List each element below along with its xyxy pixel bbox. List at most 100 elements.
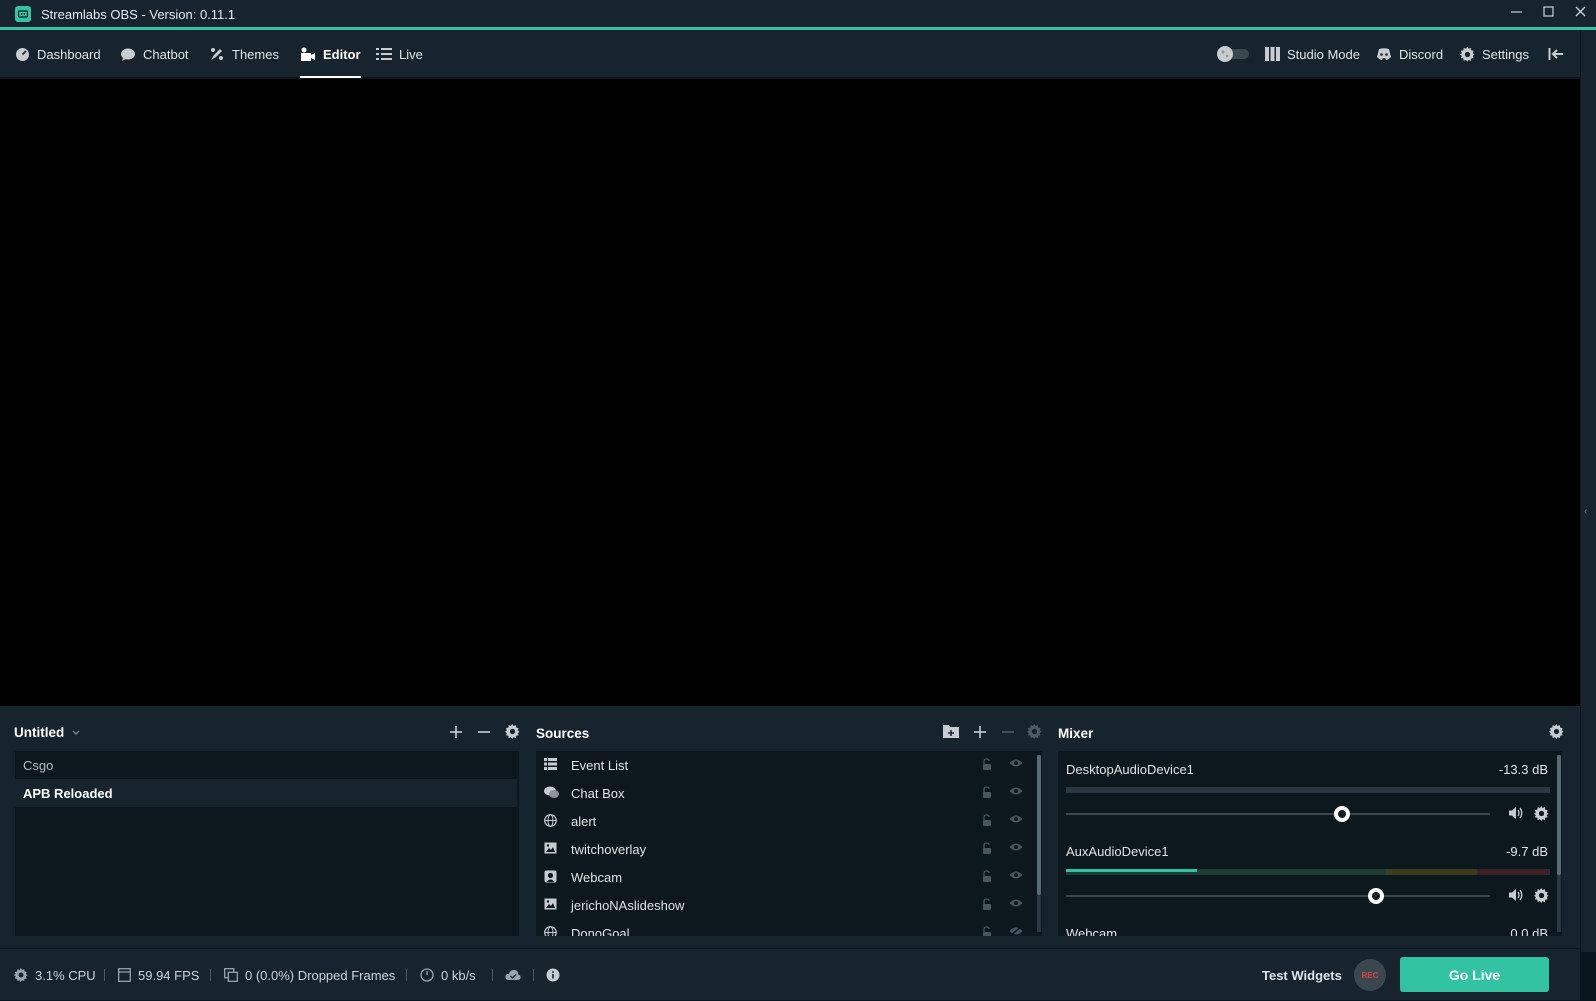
- mixer-scrollbar-thumb[interactable]: [1557, 755, 1561, 875]
- eye-slash-icon[interactable]: [1009, 926, 1023, 936]
- source-item-label: DonoGoal: [571, 925, 630, 937]
- divider: [406, 969, 407, 981]
- gear-icon[interactable]: [1534, 888, 1549, 903]
- eye-icon[interactable]: [1009, 842, 1023, 852]
- source-item[interactable]: Event List: [536, 751, 1036, 779]
- unlock-icon[interactable]: [982, 842, 993, 855]
- webcam-icon: [544, 870, 557, 883]
- cloud-backup-button[interactable]: [505, 949, 528, 1001]
- source-item[interactable]: DonoGoal: [536, 919, 1036, 936]
- minimize-icon: [1510, 10, 1522, 13]
- gear-icon: [1027, 724, 1042, 740]
- source-item[interactable]: twitchoverlay: [536, 835, 1036, 863]
- eye-icon[interactable]: [1009, 786, 1023, 796]
- info-icon: [546, 968, 560, 982]
- close-icon: [1575, 6, 1585, 16]
- nav-live[interactable]: Live: [376, 30, 423, 78]
- scene-settings-button[interactable]: [505, 724, 520, 744]
- sources-list: Event List Chat Box alert twitchoverlay …: [536, 751, 1042, 936]
- close-button[interactable]: [1564, 0, 1596, 22]
- top-navigation: Dashboard Chatbot Themes Editor Live Stu…: [0, 30, 1580, 78]
- add-source-button[interactable]: [973, 725, 987, 744]
- nav-dashboard-label: Dashboard: [37, 46, 101, 62]
- stream-preview[interactable]: [0, 79, 1580, 706]
- volume-slider[interactable]: [1066, 895, 1490, 897]
- go-live-label: Go Live: [1448, 966, 1501, 983]
- discord-button[interactable]: Discord: [1376, 30, 1443, 78]
- streamlabs-logo-icon: [15, 6, 31, 22]
- minimize-button[interactable]: [1500, 0, 1532, 22]
- collapse-sidebar-button[interactable]: [1548, 30, 1571, 78]
- cpu-stat: 3.1% CPU: [14, 949, 96, 1001]
- speaker-icon[interactable]: [1508, 888, 1524, 902]
- add-scene-button[interactable]: [449, 725, 463, 744]
- record-button[interactable]: REC: [1354, 959, 1386, 991]
- mixer-title: Mixer: [1058, 726, 1094, 741]
- scene-item-active[interactable]: APB Reloaded: [15, 779, 517, 807]
- volume-slider-handle[interactable]: [1367, 888, 1384, 904]
- nav-chatbot[interactable]: Chatbot: [120, 30, 189, 78]
- scene-item-label: Csgo: [23, 757, 54, 773]
- nav-dashboard[interactable]: Dashboard: [15, 30, 101, 78]
- film-icon: [118, 968, 131, 982]
- settings-button[interactable]: Settings: [1460, 30, 1529, 78]
- right-dock-rail[interactable]: ‹: [1580, 30, 1596, 952]
- speaker-icon[interactable]: [1508, 806, 1524, 820]
- unlock-icon[interactable]: [982, 898, 993, 911]
- source-item[interactable]: Chat Box: [536, 779, 1036, 807]
- add-folder-button[interactable]: [943, 724, 959, 743]
- maximize-button[interactable]: [1532, 0, 1564, 22]
- gear-icon: [14, 968, 28, 982]
- source-item[interactable]: Webcam: [536, 863, 1036, 891]
- scene-collection-selector[interactable]: Untitled: [14, 725, 80, 740]
- cloud-icon: [505, 969, 521, 980]
- dropped-frames-icon: [224, 968, 238, 982]
- discord-label: Discord: [1399, 46, 1444, 62]
- remove-scene-button[interactable]: [477, 725, 491, 744]
- volume-slider[interactable]: [1066, 813, 1490, 815]
- volume-slider-handle[interactable]: [1333, 806, 1350, 822]
- mixer-device-db: -13.3 dB: [1498, 762, 1548, 777]
- eye-icon[interactable]: [1009, 814, 1023, 824]
- theme-toggle[interactable]: [1215, 30, 1258, 78]
- test-widgets-label: Test Widgets: [1262, 967, 1342, 983]
- gear-icon: [505, 724, 520, 740]
- unlock-icon[interactable]: [982, 758, 993, 771]
- test-widgets-button[interactable]: Test Widgets: [1262, 949, 1342, 1001]
- eye-icon[interactable]: [1009, 898, 1023, 908]
- source-item[interactable]: alert: [536, 807, 1036, 835]
- nav-editor-label: Editor: [323, 46, 361, 62]
- source-item-label: Event List: [571, 757, 629, 773]
- studio-mode-button[interactable]: Studio Mode: [1265, 30, 1360, 78]
- unlock-icon[interactable]: [982, 870, 993, 883]
- volume-meter: [1066, 787, 1550, 793]
- title-bar: Streamlabs OBS - Version: 0.11.1: [0, 0, 1596, 28]
- mixer-settings-button[interactable]: [1549, 724, 1564, 744]
- bitrate-value: 0 kb/s: [441, 967, 476, 983]
- eye-icon[interactable]: [1009, 758, 1023, 768]
- unlock-icon[interactable]: [982, 926, 993, 936]
- go-live-button[interactable]: Go Live: [1400, 957, 1549, 992]
- gauge-icon: [420, 968, 434, 982]
- sources-scrollbar[interactable]: [1037, 755, 1041, 932]
- source-item[interactable]: jerichoNAslideshow: [536, 891, 1036, 919]
- unlock-icon[interactable]: [982, 786, 993, 799]
- globe-icon: [544, 814, 557, 827]
- discord-icon: [1377, 47, 1391, 60]
- gear-icon[interactable]: [1534, 806, 1549, 821]
- source-settings-button[interactable]: [1027, 724, 1042, 744]
- mixer-device-name: AuxAudioDevice1: [1066, 844, 1169, 859]
- mixer-scrollbar[interactable]: [1557, 755, 1561, 932]
- nav-themes[interactable]: Themes: [209, 30, 279, 78]
- source-item-label: jerichoNAslideshow: [571, 897, 685, 913]
- scene-item[interactable]: Csgo: [15, 751, 517, 779]
- info-button[interactable]: [546, 949, 567, 1001]
- remove-source-button[interactable]: [1001, 725, 1015, 744]
- unlock-icon[interactable]: [982, 814, 993, 827]
- divider: [210, 969, 211, 981]
- nav-editor[interactable]: Editor: [300, 30, 361, 78]
- sources-scrollbar-thumb[interactable]: [1037, 755, 1041, 895]
- cpu-value: 3.1% CPU: [35, 967, 96, 983]
- mixer-device-db: -9.7 dB: [1506, 844, 1548, 859]
- eye-icon[interactable]: [1009, 870, 1023, 880]
